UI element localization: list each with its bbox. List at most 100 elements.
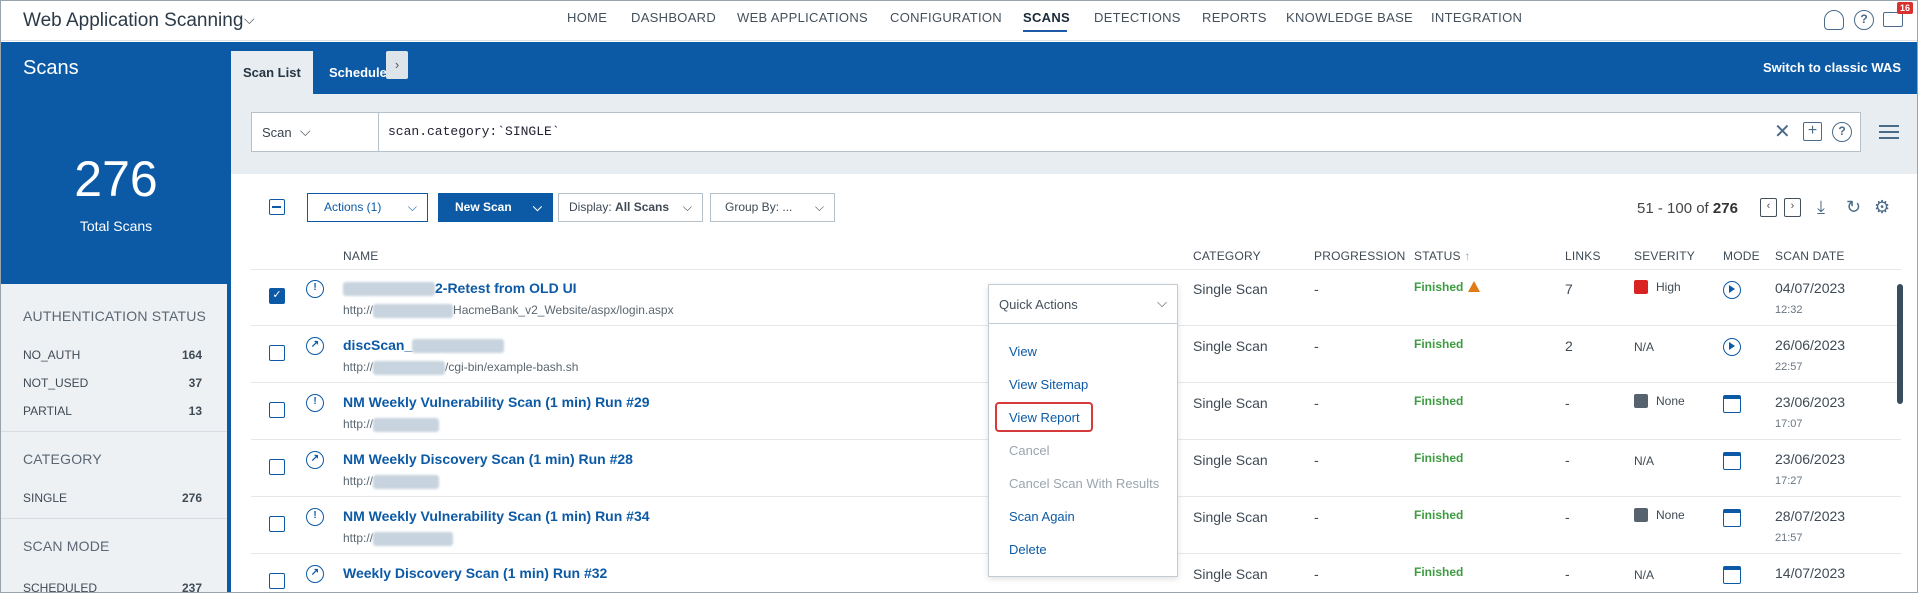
scan-name: NM Weekly Discovery Scan (1 min) Run #28 (343, 451, 633, 467)
scan-date: 28/07/2023 (1775, 508, 1846, 524)
filter-item-label[interactable]: PARTIAL (23, 404, 72, 418)
next-page-icon[interactable]: › (1784, 198, 1801, 217)
nav-detections[interactable]: DETECTIONS (1094, 10, 1181, 25)
select-all-checkbox[interactable] (269, 199, 285, 215)
chevron-right-icon[interactable]: › (386, 51, 408, 79)
col-name[interactable]: NAME (343, 249, 378, 263)
menu-item-view[interactable]: View (1009, 344, 1037, 359)
scan-progression: - (1314, 281, 1319, 297)
scan-name-link[interactable]: discScan_ (343, 337, 505, 354)
vulnerability-scan-icon: ! (306, 508, 324, 526)
filter-item-count: 37 (188, 376, 202, 390)
col-progression[interactable]: PROGRESSION (1314, 249, 1406, 263)
app-title[interactable]: Web Application Scanning (23, 10, 243, 32)
col-category[interactable]: CATEGORY (1193, 249, 1261, 263)
filter-item-label[interactable]: SINGLE (23, 491, 67, 505)
display-value: All Scans (615, 200, 670, 214)
row-checkbox[interactable]: ✓ (269, 288, 285, 304)
top-bar: Web Application Scanning ⌵ HOME DASHBOAR… (1, 1, 1917, 41)
scan-name-link[interactable]: NM Weekly Vulnerability Scan (1 min) Run… (343, 394, 650, 410)
severity-swatch (1634, 394, 1648, 408)
severity: None (1634, 394, 1685, 408)
help-icon[interactable]: ? (1832, 122, 1852, 142)
divider (1, 431, 230, 432)
gear-icon[interactable]: ⚙ (1874, 197, 1890, 218)
prev-page-icon[interactable]: ‹ (1760, 198, 1777, 217)
quick-actions-select[interactable]: Quick Actions ⌵ (989, 285, 1177, 324)
nav-knowledge-base[interactable]: KNOWLEDGE BASE (1286, 10, 1413, 25)
chevron-down-icon: ⌵ (682, 200, 692, 214)
download-icon[interactable]: ⤓ (1817, 197, 1825, 218)
nav-scans[interactable]: SCANS (1023, 10, 1070, 25)
filter-item-label[interactable]: NOT_USED (23, 376, 88, 390)
vulnerability-scan-icon: ! (306, 394, 324, 412)
calendar-icon (1723, 509, 1741, 527)
new-scan-button[interactable]: New Scan ⌵ (438, 193, 553, 222)
nav-home[interactable]: HOME (567, 10, 607, 25)
scan-progression: - (1314, 566, 1319, 582)
menu-icon[interactable] (1879, 125, 1899, 139)
col-scan-date[interactable]: SCAN DATE (1775, 249, 1845, 263)
search-scope-select[interactable]: Scan ⌵ (252, 113, 379, 151)
add-icon[interactable]: + (1803, 122, 1822, 141)
status-badge: Finished (1414, 394, 1463, 408)
help-icon[interactable]: ? (1854, 10, 1874, 30)
col-status[interactable]: STATUS ↑ (1414, 249, 1471, 263)
nav-integration[interactable]: INTEGRATION (1431, 10, 1522, 25)
search-bar[interactable]: Scan ⌵ scan.category:`SINGLE` ✕ + ? (251, 112, 1861, 152)
search-area: Scan ⌵ scan.category:`SINGLE` ✕ + ? (231, 94, 1917, 174)
quick-actions-menu: Quick Actions ⌵ View View Sitemap View Re… (988, 284, 1178, 577)
chevron-down-icon[interactable]: ⌵ (244, 11, 255, 28)
row-checkbox[interactable] (269, 345, 285, 361)
refresh-icon[interactable]: ↻ (1846, 197, 1861, 218)
scan-url: http:// HacmeBank_v2_Website/aspx/login.a… (343, 303, 674, 318)
scan-name-link[interactable]: NM Weekly Discovery Scan (1 min) Run #28 (343, 451, 633, 467)
menu-item-view-sitemap[interactable]: View Sitemap (1009, 377, 1088, 392)
redacted-text (373, 417, 440, 432)
actions-button[interactable]: Actions (1) ⌵ (307, 193, 428, 222)
filter-title-auth: AUTHENTICATION STATUS (23, 308, 207, 324)
row-checkbox[interactable] (269, 402, 285, 418)
group-by-select[interactable]: Group By: ... ⌵ (710, 193, 835, 222)
scan-time: 12:32 (1775, 304, 1803, 316)
scan-name-link[interactable]: 2-Retest from OLD UI (343, 280, 577, 297)
row-checkbox[interactable] (269, 459, 285, 475)
nav-web-applications[interactable]: WEB APPLICATIONS (737, 10, 868, 25)
filter-item-count: 13 (188, 404, 202, 418)
col-severity[interactable]: SEVERITY (1634, 249, 1695, 263)
scan-name-link[interactable]: Weekly Discovery Scan (1 min) Run #32 (343, 565, 607, 581)
row-checkbox[interactable] (269, 516, 285, 532)
col-status-label: STATUS (1414, 249, 1461, 263)
scan-name-link[interactable]: NM Weekly Vulnerability Scan (1 min) Run… (343, 508, 650, 524)
redacted-text (373, 360, 446, 375)
row-checkbox[interactable] (269, 573, 285, 589)
scrollbar-thumb[interactable] (1897, 284, 1903, 404)
nav-dashboard[interactable]: DASHBOARD (631, 10, 716, 25)
close-icon[interactable]: ✕ (1774, 119, 1791, 144)
menu-item-scan-again[interactable]: Scan Again (1009, 509, 1075, 524)
col-links[interactable]: LINKS (1565, 249, 1601, 263)
nav-configuration[interactable]: CONFIGURATION (890, 10, 1002, 25)
status-badge: Finished (1414, 451, 1463, 465)
menu-item-cancel-with-results: Cancel Scan With Results (1009, 476, 1160, 491)
tab-scan-list[interactable]: Scan List (231, 51, 313, 94)
app-root: Web Application Scanning ⌵ HOME DASHBOAR… (0, 0, 1918, 593)
filter-item-label[interactable]: SCHEDULED (23, 581, 97, 592)
severity-label: None (1656, 508, 1685, 522)
sort-asc-icon: ↑ (1464, 249, 1471, 263)
scan-url-path: HacmeBank_v2_Website/aspx/login.aspx (453, 303, 674, 317)
user-icon[interactable] (1824, 10, 1844, 30)
severity-label: None (1656, 394, 1685, 408)
filter-title-category: CATEGORY (23, 451, 102, 467)
redacted-text (373, 531, 454, 546)
display-select[interactable]: Display: All Scans ⌵ (558, 193, 703, 222)
pagination-range: 51 - 100 of (1637, 200, 1709, 217)
filter-item-label[interactable]: NO_AUTH (23, 348, 80, 362)
menu-item-delete[interactable]: Delete (1009, 542, 1047, 557)
switch-classic-link[interactable]: Switch to classic WAS (1763, 60, 1901, 75)
col-mode[interactable]: MODE (1723, 249, 1760, 263)
search-input[interactable]: scan.category:`SINGLE` (388, 124, 560, 139)
status-text: Finished (1414, 337, 1464, 351)
nav-reports[interactable]: REPORTS (1202, 10, 1267, 25)
mail-icon[interactable] (1883, 12, 1903, 27)
